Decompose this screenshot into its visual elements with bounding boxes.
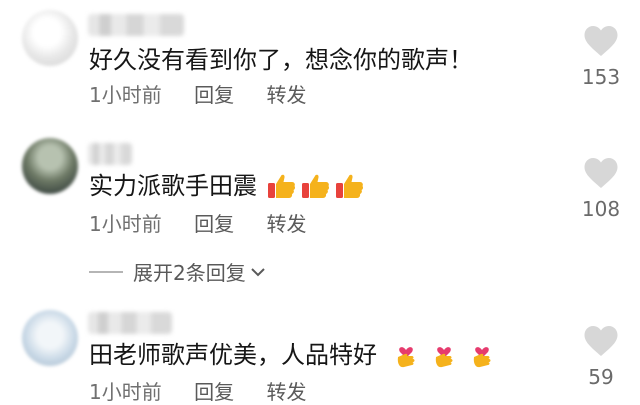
like-button[interactable]: 108 xyxy=(580,156,622,221)
thumbs-up-icon xyxy=(267,171,297,201)
share-button[interactable]: 转发 xyxy=(266,380,306,404)
like-count: 59 xyxy=(588,365,614,389)
avatar[interactable] xyxy=(22,310,78,366)
comment-time: 1小时前 xyxy=(89,212,162,236)
expand-replies-button[interactable]: 展开2条回复 xyxy=(89,257,266,286)
comment-item: 田老师歌声优美，人品特好 1小时前 回复 转发 59 xyxy=(0,0,640,404)
thumbs-up-icon xyxy=(301,171,331,201)
finger-heart-icon xyxy=(391,340,421,370)
chevron-down-icon xyxy=(251,267,265,276)
finger-heart-icon xyxy=(467,340,497,370)
comment-meta: 1小时前 回复 转发 xyxy=(89,380,332,404)
heart-icon xyxy=(584,326,618,356)
comment-text: 实力派歌手田震 xyxy=(89,172,257,200)
username[interactable] xyxy=(88,312,172,334)
like-count: 108 xyxy=(581,197,621,221)
like-button[interactable]: 59 xyxy=(580,324,622,389)
avatar[interactable] xyxy=(22,138,78,194)
expand-replies-label: 展开2条回复 xyxy=(133,261,246,285)
divider-line xyxy=(89,270,123,273)
reply-button[interactable]: 回复 xyxy=(194,212,234,236)
reply-button[interactable]: 回复 xyxy=(194,380,234,404)
comment-text-row: 实力派歌手田震 xyxy=(89,171,365,201)
comment-text-row: 田老师歌声优美，人品特好 xyxy=(89,340,497,370)
thumbs-up-icon xyxy=(335,171,365,201)
comment-meta: 1小时前 回复 转发 xyxy=(89,212,332,236)
comment-text: 田老师歌声优美，人品特好 xyxy=(89,341,377,369)
finger-heart-icon xyxy=(429,340,459,370)
heart-icon xyxy=(584,158,618,188)
username[interactable] xyxy=(88,143,132,165)
share-button[interactable]: 转发 xyxy=(266,212,306,236)
comment-time: 1小时前 xyxy=(89,380,162,404)
